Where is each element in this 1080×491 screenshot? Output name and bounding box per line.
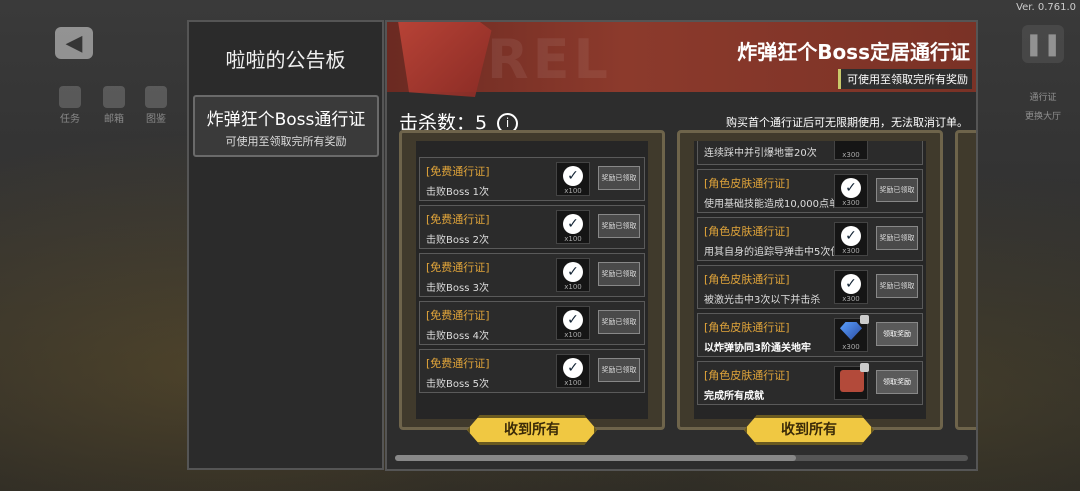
- reward-slot: ✓ x300: [834, 270, 868, 304]
- check-icon: ✓: [563, 310, 583, 330]
- hud-item-mail[interactable]: 邮箱: [96, 86, 132, 125]
- notice-board-panel: 啦啦的公告板 炸弹狂个Boss通行证 可使用至领取完所有奖励: [187, 20, 384, 470]
- pass-banner: REL 炸弹狂个Boss定居通行证 可使用至领取完所有奖励: [387, 22, 976, 97]
- character-skin-icon: [840, 370, 864, 392]
- list-item: [免费通行证] 击败Boss 1次 ✓ x100 奖励已领取: [419, 157, 645, 201]
- lock-icon: [860, 315, 869, 324]
- list-item: [免费通行证] 击败Boss 2次 ✓ x100 奖励已领取: [419, 205, 645, 249]
- reward-claimed-button[interactable]: 奖励已领取: [876, 178, 918, 202]
- check-icon: ✓: [563, 214, 583, 234]
- check-icon: ✓: [841, 226, 861, 246]
- hud-item-codex[interactable]: 图鉴: [138, 86, 174, 125]
- free-pass-card: [免费通行证] 击败Boss 1次 ✓ x100 奖励已领取 [免费通行证] 击败…: [399, 130, 665, 430]
- banner-watermark: REL: [487, 28, 612, 91]
- reward-slot: ✓ x100: [556, 306, 590, 340]
- check-icon: ✓: [563, 262, 583, 282]
- board-title: 啦啦的公告板: [225, 48, 346, 72]
- mail-icon: [103, 86, 125, 108]
- list-item: [免费通行证] 击败Boss 3次 ✓ x100 奖励已领取: [419, 253, 645, 297]
- version-label: Ver. 0.761.0: [1016, 2, 1076, 13]
- task-icon: [59, 86, 81, 108]
- reward-slot: x300: [834, 141, 868, 160]
- reward-slot: ✓ x300: [834, 222, 868, 256]
- free-pass-list[interactable]: [免费通行证] 击败Boss 1次 ✓ x100 奖励已领取 [免费通行证] 击败…: [416, 141, 648, 419]
- check-icon: ✓: [563, 358, 583, 378]
- lock-icon: [860, 363, 869, 372]
- hud-item-tasks[interactable]: 任务: [52, 86, 88, 125]
- reward-slot: ✓ x300: [834, 174, 868, 208]
- reward-claimed-button[interactable]: 奖励已领取: [876, 226, 918, 250]
- change-hall-button[interactable]: 通行证 更换大厅: [1018, 90, 1068, 122]
- back-button[interactable]: ◀: [55, 27, 93, 59]
- tab-subtitle: 可使用至领取完所有奖励: [225, 135, 347, 148]
- check-icon: ✓: [563, 166, 583, 186]
- reward-slot: ✓ x100: [556, 210, 590, 244]
- list-item: [角色皮肤通行证] 用其自身的追踪导弹击中5次使 ✓ x300 奖励已领取: [697, 217, 923, 261]
- scroll-thumb[interactable]: [395, 455, 797, 461]
- skin-pass-list[interactable]: 连续踩中并引爆地雷20次 x300 [角色皮肤通行证] 使用基础技能造成10,0…: [694, 141, 926, 419]
- list-item: [角色皮肤通行证] 完成所有成就 领取奖励: [697, 361, 923, 405]
- purchase-notice: 购买首个通行证后可无限期使用，无法取消订单。: [726, 116, 968, 129]
- list-item: [角色皮肤通行证] 使用基础技能造成10,000点单 ✓ x300 奖励已领取: [697, 169, 923, 213]
- horizontal-scrollbar[interactable]: [395, 455, 968, 461]
- list-item: [免费通行证] 击败Boss 5次 ✓ x100 奖励已领取: [419, 349, 645, 393]
- skin-pass-card: 连续踩中并引爆地雷20次 x300 [角色皮肤通行证] 使用基础技能造成10,0…: [677, 130, 943, 430]
- reward-slot: ✓ x100: [556, 258, 590, 292]
- next-pass-card-partial: [955, 130, 976, 430]
- check-icon: ✓: [841, 178, 861, 198]
- reward-claimed-button[interactable]: 奖励已领取: [598, 310, 640, 334]
- codex-icon: [145, 86, 167, 108]
- pause-button[interactable]: ❚❚: [1022, 25, 1064, 63]
- claim-reward-button[interactable]: 领取奖励: [876, 322, 918, 346]
- reward-claimed-button[interactable]: 奖励已领取: [598, 358, 640, 382]
- pass-panel: REL 炸弹狂个Boss定居通行证 可使用至领取完所有奖励 击杀数：5 i 购买首…: [385, 20, 978, 471]
- reward-claimed-button[interactable]: 奖励已领取: [598, 262, 640, 286]
- back-arrow-icon: ◀: [65, 30, 83, 56]
- tab-title: 炸弹狂个Boss通行证: [206, 110, 366, 130]
- collect-all-free-button[interactable]: 收到所有: [467, 415, 597, 445]
- list-item: [角色皮肤通行证] 被激光击中3次以下并击杀 ✓ x300 奖励已领取: [697, 265, 923, 309]
- collect-all-skin-button[interactable]: 收到所有: [744, 415, 874, 445]
- character-art: [398, 22, 492, 97]
- list-item: 连续踩中并引爆地雷20次 x300: [697, 141, 923, 165]
- banner-subtitle: 可使用至领取完所有奖励: [838, 69, 972, 89]
- reward-claimed-button[interactable]: 奖励已领取: [598, 214, 640, 238]
- reward-claimed-button[interactable]: 奖励已领取: [598, 166, 640, 190]
- list-item: [免费通行证] 击败Boss 4次 ✓ x100 奖励已领取: [419, 301, 645, 345]
- list-item: [角色皮肤通行证] 以炸弹协同3阶通关地牢 x300 领取奖励: [697, 313, 923, 357]
- gem-icon: [840, 322, 862, 340]
- reward-slot: x300: [834, 315, 869, 352]
- reward-claimed-button[interactable]: 奖励已领取: [876, 274, 918, 298]
- reward-slot: [834, 363, 869, 400]
- check-icon: ✓: [841, 274, 861, 294]
- banner-title: 炸弹狂个Boss定居通行证: [737, 40, 970, 64]
- reward-slot: ✓ x100: [556, 354, 590, 388]
- tab-boss-pass[interactable]: 炸弹狂个Boss通行证 可使用至领取完所有奖励: [193, 95, 379, 157]
- reward-slot: ✓ x100: [556, 162, 590, 196]
- pause-icon: ❚❚: [1024, 31, 1062, 57]
- claim-reward-button[interactable]: 领取奖励: [876, 370, 918, 394]
